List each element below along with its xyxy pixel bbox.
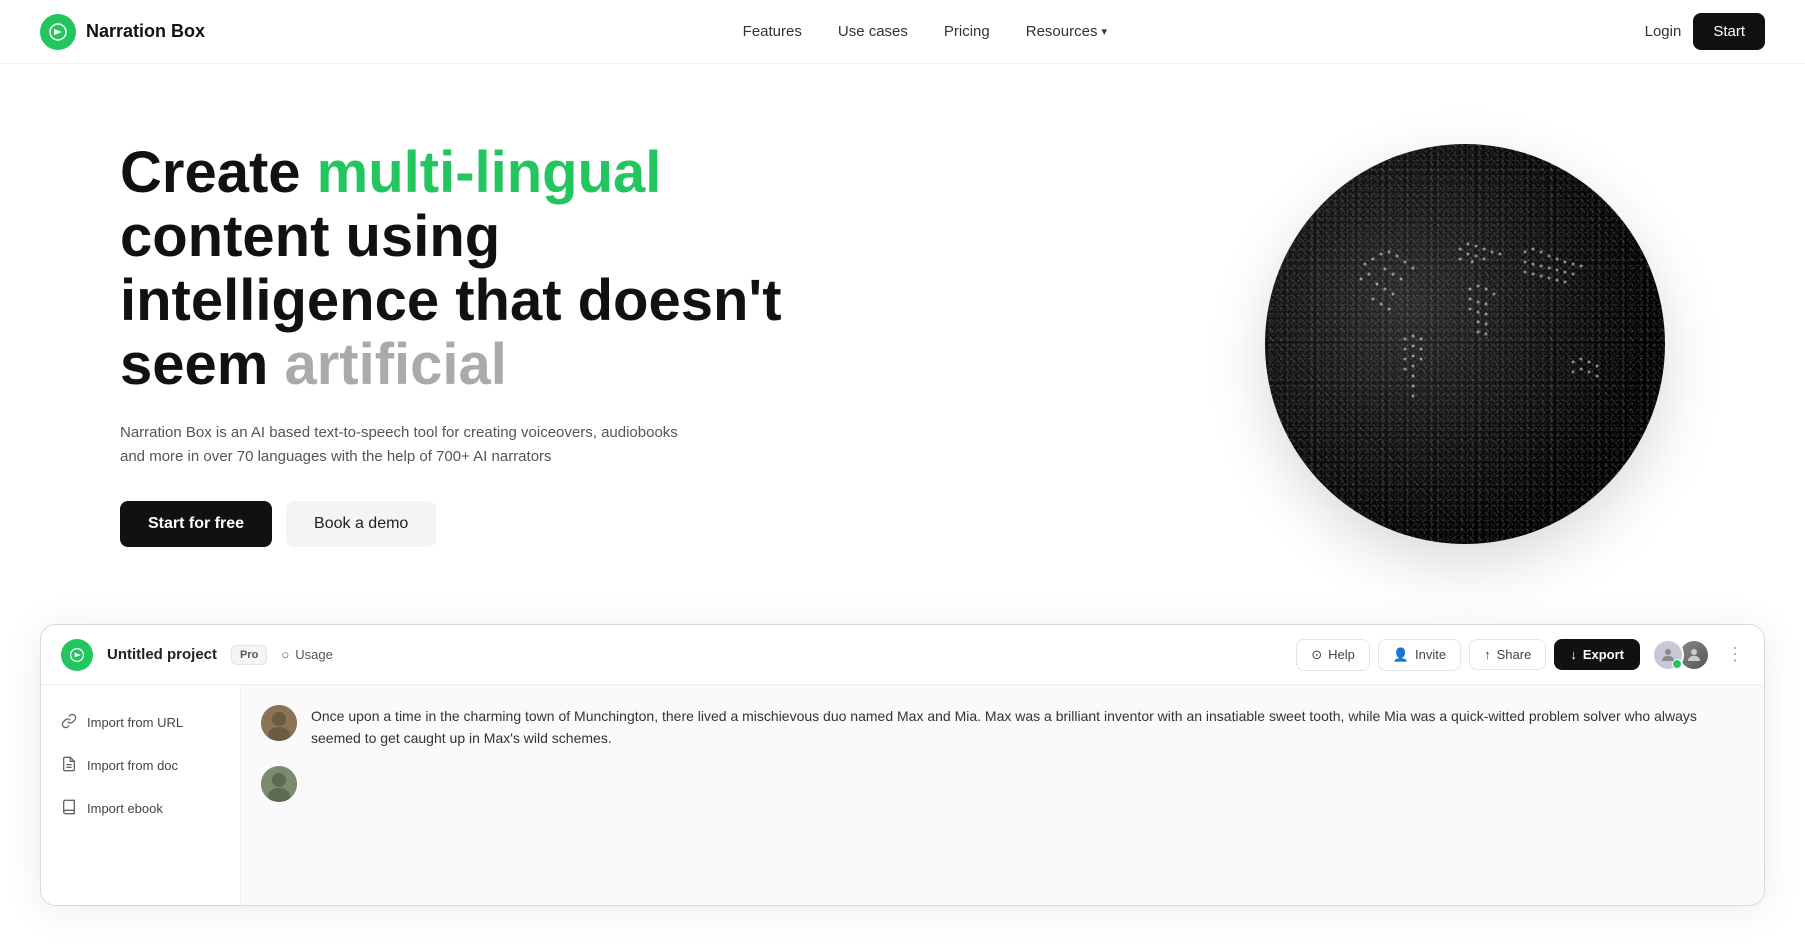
sidebar-item-import-doc[interactable]: Import from doc — [41, 744, 240, 787]
pro-badge: Pro — [231, 645, 267, 665]
app-body: Import from URL Import from doc Import e… — [41, 685, 1764, 905]
sidebar-item-import-url[interactable]: Import from URL — [41, 701, 240, 744]
doc-icon — [61, 756, 77, 775]
content-row-2 — [261, 766, 1744, 802]
invite-button[interactable]: 👤 Invite — [1378, 639, 1461, 671]
navbar: Narration Box Features Use cases Pricing… — [0, 0, 1805, 64]
project-name: Untitled project — [107, 646, 217, 663]
logo-icon — [40, 14, 76, 50]
circle-icon: ○ — [281, 647, 289, 662]
link-icon — [61, 713, 77, 732]
globe-visual — [1265, 144, 1665, 544]
hero-left: Create multi-lingual content using intel… — [120, 141, 800, 546]
hero-section: Create multi-lingual content using intel… — [0, 64, 1805, 624]
app-logo-icon — [61, 639, 93, 671]
person-icon: 👤 — [1393, 647, 1409, 663]
logo-text: Narration Box — [86, 21, 205, 42]
nav-features[interactable]: Features — [743, 23, 802, 40]
login-button[interactable]: Login — [1645, 23, 1682, 40]
nav-logo[interactable]: Narration Box — [40, 14, 205, 50]
book-demo-button[interactable]: Book a demo — [286, 501, 436, 547]
nav-actions: Login Start — [1645, 13, 1765, 50]
start-button[interactable]: Start — [1693, 13, 1765, 50]
app-content: Once upon a time in the charming town of… — [241, 685, 1764, 905]
content-text-1: Once upon a time in the charming town of… — [311, 705, 1744, 750]
help-icon: ⊙ — [1311, 647, 1322, 663]
hero-buttons: Start for free Book a demo — [120, 501, 800, 547]
nav-use-cases[interactable]: Use cases — [838, 23, 908, 40]
hero-globe — [1245, 124, 1685, 564]
hero-description: Narration Box is an AI based text-to-spe… — [120, 421, 680, 469]
app-window: Untitled project Pro ○ Usage ⊙ Help 👤 In… — [40, 624, 1765, 906]
content-row-1: Once upon a time in the charming town of… — [261, 705, 1744, 750]
nav-resources[interactable]: Resources ▾ — [1026, 23, 1107, 40]
globe-svg — [1265, 144, 1665, 544]
app-header-left: Untitled project Pro ○ Usage — [61, 639, 333, 671]
export-button[interactable]: ↓ Export — [1554, 639, 1640, 670]
share-icon: ↑ — [1484, 647, 1491, 662]
app-sidebar: Import from URL Import from doc Import e… — [41, 685, 241, 905]
avatar-group — [1652, 639, 1710, 671]
app-header-right: ⊙ Help 👤 Invite ↑ Share ↓ Export — [1296, 639, 1744, 671]
more-options-icon[interactable]: ⋮ — [1726, 644, 1744, 665]
hero-title: Create multi-lingual content using intel… — [120, 141, 800, 396]
hero-title-highlight: multi-lingual — [317, 140, 662, 205]
usage-button[interactable]: ○ Usage — [281, 647, 332, 662]
app-header: Untitled project Pro ○ Usage ⊙ Help 👤 In… — [41, 625, 1764, 685]
share-button[interactable]: ↑ Share — [1469, 639, 1546, 670]
book-icon — [61, 799, 77, 818]
nav-links: Features Use cases Pricing Resources ▾ — [743, 23, 1107, 40]
hero-title-muted: artificial — [284, 332, 506, 397]
narrator-avatar-2 — [261, 766, 297, 802]
help-button[interactable]: ⊙ Help — [1296, 639, 1370, 671]
app-preview-section: Untitled project Pro ○ Usage ⊙ Help 👤 In… — [0, 624, 1805, 946]
chevron-down-icon: ▾ — [1101, 25, 1107, 38]
narrator-avatar-1 — [261, 705, 297, 741]
avatar-1 — [1652, 639, 1684, 671]
hero-title-part1: Create — [120, 140, 317, 205]
nav-pricing[interactable]: Pricing — [944, 23, 990, 40]
download-icon: ↓ — [1570, 647, 1577, 662]
sidebar-item-import-ebook[interactable]: Import ebook — [41, 787, 240, 830]
start-free-button[interactable]: Start for free — [120, 501, 272, 547]
